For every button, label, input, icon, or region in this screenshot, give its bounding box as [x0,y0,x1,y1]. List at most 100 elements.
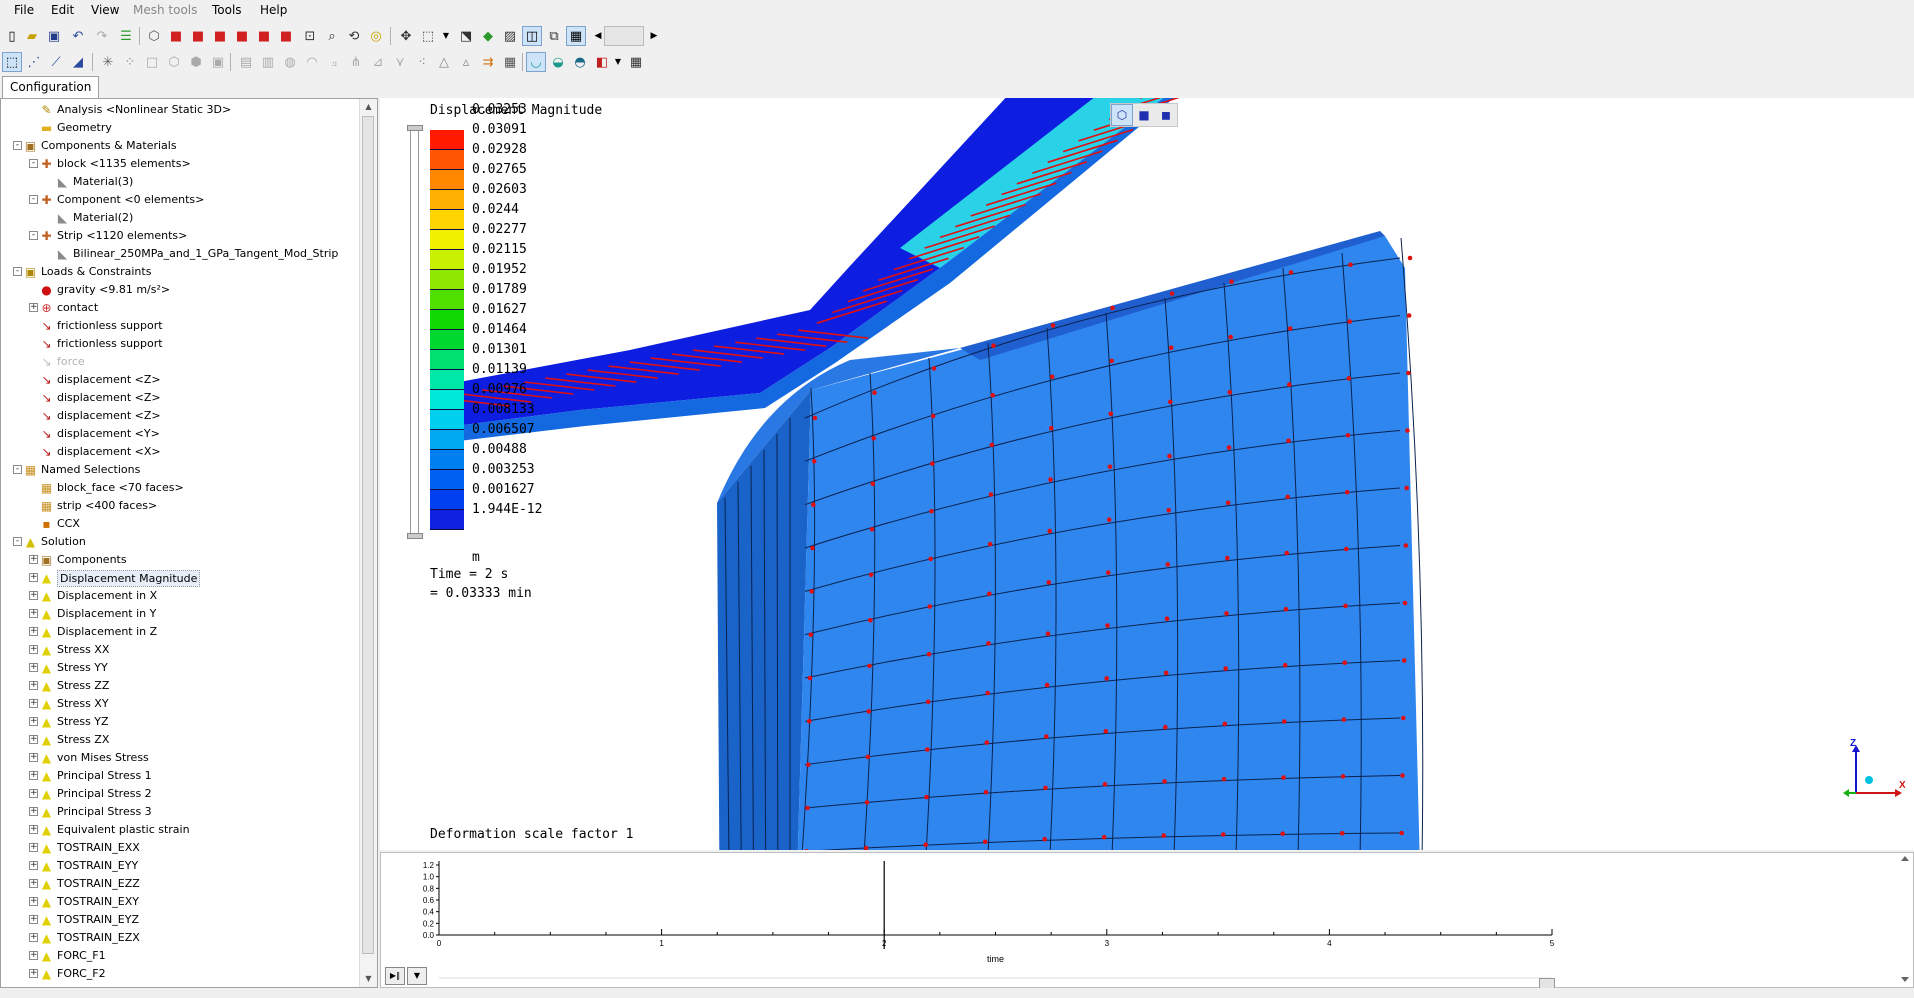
red-cube-left-icon[interactable]: ■ [232,26,252,46]
expand-toggle-icon[interactable]: + [29,303,38,312]
zoom-icon[interactable]: ⌕ [322,26,342,46]
fit-icon[interactable]: ◎ [366,26,386,46]
expand-toggle-icon[interactable]: + [29,879,38,888]
explode-icon[interactable]: ✳ [98,52,118,72]
legend-slider-bottom-handle[interactable] [407,533,423,539]
triangle-icon[interactable]: ⊿ [368,52,388,72]
torus-icon[interactable]: ◠ [302,52,322,72]
tree-item[interactable]: - ▲ Solution [1,533,357,551]
undo-icon[interactable]: ↶ [68,26,88,46]
tree-item[interactable]: ◣ Bilinear_250MPa_and_1_GPa_Tangent_Mod_S… [1,245,357,263]
rotate-icon[interactable]: ⟲ [344,26,364,46]
expand-toggle-icon[interactable]: + [29,807,38,816]
small-cube-icon[interactable]: ▣ [208,52,228,72]
tree-item[interactable]: - ▦ Named Selections [1,461,357,479]
result-viewport[interactable]: Displacement Magnitude 0.03253 0.03091 0.0… [380,98,1914,850]
tree-item[interactable]: ● gravity <9.81 m/s²> [1,281,357,299]
arrows-icon[interactable]: ⇉ [478,52,498,72]
tree-item[interactable]: + ▲ Stress ZX [1,731,357,749]
time-history-chart[interactable]: 0.00.20.40.60.81.01.2012345time [381,853,1913,987]
box-gray-icon[interactable]: ▤ [236,52,256,72]
tree-item[interactable]: + ▲ TOSTRAIN_EZZ [1,875,357,893]
tree-item[interactable]: + ▲ Displacement in X [1,587,357,605]
playback-slider[interactable] [604,26,644,46]
collapse-toggle-icon[interactable]: - [29,231,38,240]
grid-icon[interactable]: ▦ [500,52,520,72]
expand-toggle-icon[interactable]: + [29,969,38,978]
collapse-toggle-icon[interactable]: - [13,267,22,276]
zoom-box-icon[interactable]: ⊡ [300,26,320,46]
expand-toggle-icon[interactable]: + [29,663,38,672]
tree-item[interactable]: + ▣ Components [1,551,357,569]
open-folder-icon[interactable]: ▰ [22,26,42,46]
tree-item[interactable]: + ▲ TOSTRAIN_EXX [1,839,357,857]
triangle-mesh-icon[interactable]: △ [434,52,454,72]
sphere-icon[interactable]: ◍ [280,52,300,72]
play-options-icon[interactable]: ▼ [407,967,427,985]
tree-item[interactable]: + ▲ Stress YZ [1,713,357,731]
hidden-line-icon[interactable]: ⧉ [544,26,564,46]
select-face-icon[interactable]: ◢ [68,52,88,72]
tree-icon[interactable]: ⟓ [324,52,344,72]
point-icon[interactable]: ⁘ [120,52,140,72]
scrollbar-thumb[interactable] [362,116,374,954]
red-cube-front-icon[interactable]: ■ [188,26,208,46]
new-file-icon[interactable]: ▯ [2,26,22,46]
tree-item[interactable]: ↘ displacement <Z> [1,371,357,389]
play-pause-icon[interactable]: ▶‖ [385,967,405,985]
tree-item[interactable]: + ▲ TOSTRAIN_EYZ [1,911,357,929]
save-icon[interactable]: ▣ [44,26,64,46]
cylinder-icon[interactable]: ▥ [258,52,278,72]
front-view-icon[interactable]: ▨ [500,26,520,46]
tree-item[interactable]: + ▲ Equivalent plastic strain [1,821,357,839]
tree-item[interactable]: + ▲ Stress ZZ [1,677,357,695]
surface-view-icon[interactable]: ◆ [478,26,498,46]
scatter-icon[interactable]: ⁖ [412,52,432,72]
redo-icon[interactable]: ↷ [92,26,112,46]
tree-item[interactable]: + ▲ Displacement in Y [1,605,357,623]
menu-file[interactable]: File [10,3,38,17]
select-vertex-icon[interactable]: ⋰ [24,52,44,72]
collapse-toggle-icon[interactable]: - [29,195,38,204]
expand-toggle-icon[interactable]: + [29,735,38,744]
mesh-bars-icon[interactable]: ☰ [116,26,136,46]
expand-toggle-icon[interactable]: + [29,645,38,654]
expand-toggle-icon[interactable]: + [29,753,38,762]
tree-item[interactable]: ▬ Geometry [1,119,357,137]
chevron-down-icon[interactable]: ▼ [436,26,456,46]
expand-toggle-icon[interactable]: + [29,933,38,942]
expand-toggle-icon[interactable]: + [29,591,38,600]
tree-item[interactable]: ◣ Material(3) [1,173,357,191]
red-cube-icon[interactable]: ■ [166,26,186,46]
tree-item[interactable]: - ✚ Component <0 elements> [1,191,357,209]
expand-toggle-icon[interactable]: + [29,681,38,690]
legend-slider-top-handle[interactable] [407,125,423,131]
wire-view-icon[interactable]: ◫ [522,26,542,46]
collapse-toggle-icon[interactable]: - [13,537,22,546]
tree-item[interactable]: + ▲ Stress XX [1,641,357,659]
result-bowl-green-icon[interactable]: ◒ [548,52,568,72]
tree-item[interactable]: ↘ displacement <Z> [1,407,357,425]
tree-item[interactable]: ↘ displacement <X> [1,443,357,461]
tree-item[interactable]: + ▲ Displacement in Z [1,623,357,641]
tree-item[interactable]: + ▲ Stress YY [1,659,357,677]
tree-item[interactable]: + ▲ Principal Stress 2 [1,785,357,803]
tree-item[interactable]: - ▣ Loads & Constraints [1,263,357,281]
grid-view-icon[interactable]: ▦ [566,26,586,46]
expand-toggle-icon[interactable]: + [29,771,38,780]
expand-toggle-icon[interactable]: + [29,951,38,960]
box-icon[interactable]: □ [142,52,162,72]
tree-item[interactable]: + ▲ TOSTRAIN_EZX [1,929,357,947]
tree-item[interactable]: ↘ frictionless support [1,335,357,353]
chevron-down-icon[interactable]: ▼ [608,52,628,72]
tree-item[interactable]: - ✚ Strip <1120 elements> [1,227,357,245]
plot-scrollbar[interactable] [1899,855,1911,983]
expand-toggle-icon[interactable]: + [29,717,38,726]
menu-edit[interactable]: Edit [47,3,78,17]
scroll-down-icon[interactable]: ▼ [360,971,377,987]
tree-item[interactable]: + ⊕ contact [1,299,357,317]
legend-range-slider[interactable] [407,125,423,539]
tree-item[interactable]: ◣ Material(2) [1,209,357,227]
fe-model[interactable] [380,98,1914,850]
scroll-up-icon[interactable]: ▲ [360,99,377,115]
